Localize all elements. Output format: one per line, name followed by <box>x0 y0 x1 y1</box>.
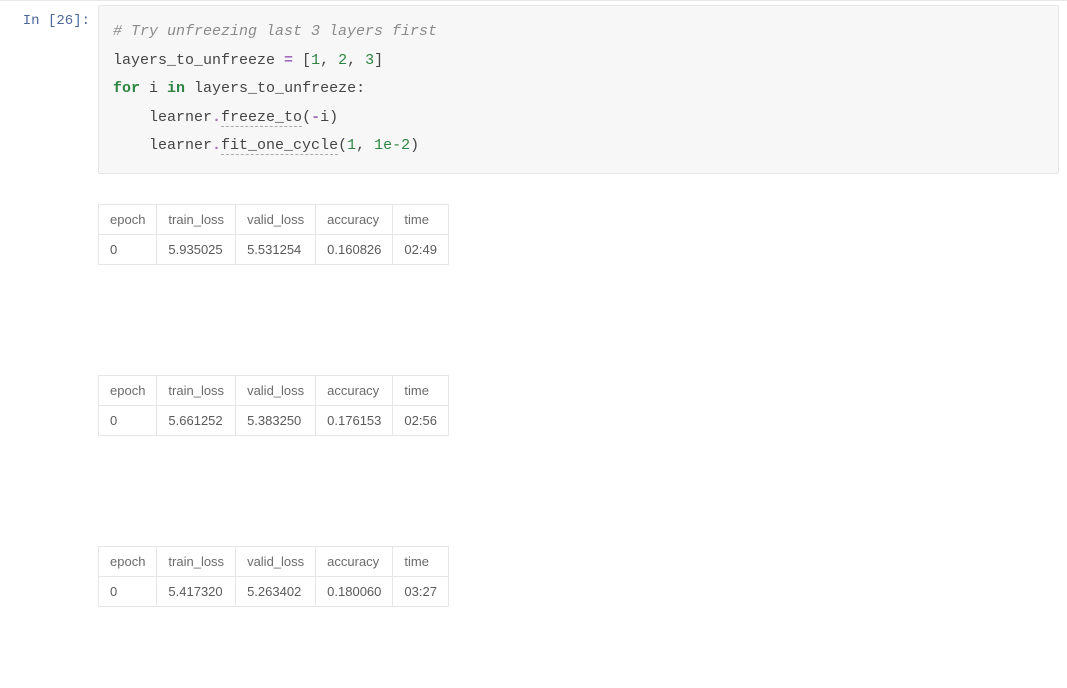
code-input[interactable]: # Try unfreezing last 3 layers first lay… <box>98 5 1059 174</box>
cell-accuracy: 0.180060 <box>316 576 393 606</box>
col-train-loss: train_loss <box>157 204 236 234</box>
code-text: ( <box>338 137 347 154</box>
col-train-loss: train_loss <box>157 375 236 405</box>
training-result-table: epoch train_loss valid_loss accuracy tim… <box>98 546 449 607</box>
col-valid-loss: valid_loss <box>236 375 316 405</box>
table-header-row: epoch train_loss valid_loss accuracy tim… <box>99 204 449 234</box>
cell-accuracy: 0.176153 <box>316 405 393 435</box>
code-number: 1 <box>311 52 320 69</box>
cell-accuracy: 0.160826 <box>316 234 393 264</box>
output-table-block: epoch train_loss valid_loss accuracy tim… <box>98 546 1059 607</box>
prompt-label: In [26]: <box>23 13 90 29</box>
col-epoch: epoch <box>99 375 157 405</box>
output-area: epoch train_loss valid_loss accuracy tim… <box>98 174 1059 619</box>
cell-time: 02:56 <box>393 405 449 435</box>
code-text: , <box>356 137 374 154</box>
code-comment: # Try unfreezing last 3 layers first <box>113 23 437 40</box>
code-keyword: in <box>167 80 185 97</box>
col-train-loss: train_loss <box>157 546 236 576</box>
code-keyword: for <box>113 80 140 97</box>
code-operator: = <box>284 52 293 69</box>
col-valid-loss: valid_loss <box>236 546 316 576</box>
cell-valid-loss: 5.263402 <box>236 576 316 606</box>
table-row: 0 5.417320 5.263402 0.180060 03:27 <box>99 576 449 606</box>
col-time: time <box>393 375 449 405</box>
table-row: 0 5.935025 5.531254 0.160826 02:49 <box>99 234 449 264</box>
cell-epoch: 0 <box>99 576 157 606</box>
code-text: ] <box>374 52 383 69</box>
code-dot: . <box>212 109 221 126</box>
col-accuracy: accuracy <box>316 375 393 405</box>
code-number: 1e-2 <box>374 137 410 154</box>
cell-epoch: 0 <box>99 234 157 264</box>
code-text: ( <box>302 109 311 126</box>
code-text: learner <box>113 109 212 126</box>
code-text: learner <box>113 137 212 154</box>
col-accuracy: accuracy <box>316 204 393 234</box>
col-accuracy: accuracy <box>316 546 393 576</box>
notebook-cell: In [26]: # Try unfreezing last 3 layers … <box>0 0 1067 619</box>
cell-epoch: 0 <box>99 405 157 435</box>
cell-valid-loss: 5.383250 <box>236 405 316 435</box>
output-table-block: epoch train_loss valid_loss accuracy tim… <box>98 204 1059 265</box>
code-text: i <box>140 80 167 97</box>
cell-time: 03:27 <box>393 576 449 606</box>
code-number: 3 <box>365 52 374 69</box>
code-text: , <box>347 52 365 69</box>
col-time: time <box>393 546 449 576</box>
code-text: , <box>320 52 338 69</box>
code-text: ) <box>410 137 419 154</box>
code-number: 1 <box>347 137 356 154</box>
cell-train-loss: 5.935025 <box>157 234 236 264</box>
code-text: layers_to_unfreeze <box>113 52 284 69</box>
cell-time: 02:49 <box>393 234 449 264</box>
col-epoch: epoch <box>99 546 157 576</box>
training-result-table: epoch train_loss valid_loss accuracy tim… <box>98 375 449 436</box>
code-method: freeze_to <box>221 109 302 127</box>
cell-body: # Try unfreezing last 3 layers first lay… <box>98 5 1067 619</box>
table-header-row: epoch train_loss valid_loss accuracy tim… <box>99 375 449 405</box>
col-epoch: epoch <box>99 204 157 234</box>
table-row: 0 5.661252 5.383250 0.176153 02:56 <box>99 405 449 435</box>
output-table-block: epoch train_loss valid_loss accuracy tim… <box>98 375 1059 436</box>
col-valid-loss: valid_loss <box>236 204 316 234</box>
table-header-row: epoch train_loss valid_loss accuracy tim… <box>99 546 449 576</box>
code-operator: - <box>311 109 320 126</box>
code-method: fit_one_cycle <box>221 137 338 155</box>
code-text: i) <box>320 109 338 126</box>
code-text: layers_to_unfreeze: <box>185 80 365 97</box>
input-prompt: In [26]: <box>0 5 98 619</box>
code-number: 2 <box>338 52 347 69</box>
code-text: [ <box>293 52 311 69</box>
col-time: time <box>393 204 449 234</box>
cell-valid-loss: 5.531254 <box>236 234 316 264</box>
code-dot: . <box>212 137 221 154</box>
cell-train-loss: 5.417320 <box>157 576 236 606</box>
training-result-table: epoch train_loss valid_loss accuracy tim… <box>98 204 449 265</box>
cell-train-loss: 5.661252 <box>157 405 236 435</box>
